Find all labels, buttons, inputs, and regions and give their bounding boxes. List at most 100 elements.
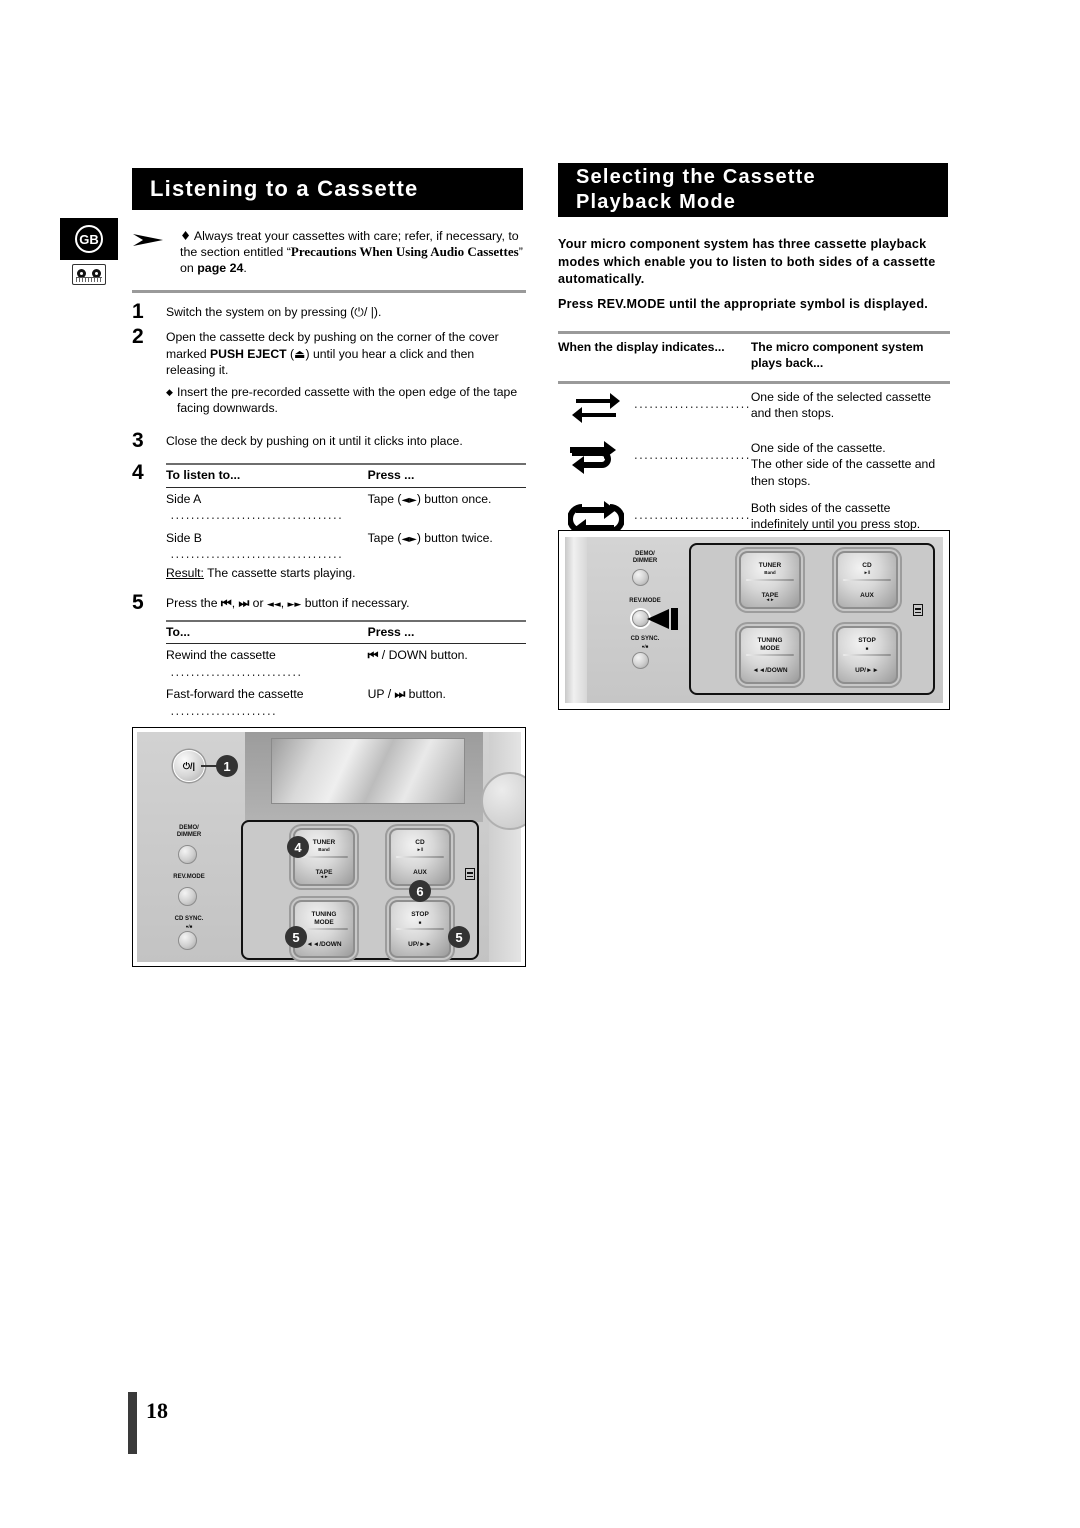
- leader-dots: ․․․․․․․․․․․․․․․․․․․․․․․․․․: [166, 666, 303, 679]
- table-header-row: To listen to... Press ...: [166, 463, 526, 488]
- callout-5-left: 5: [285, 926, 307, 948]
- care-note-bullet: ♦: [180, 228, 192, 243]
- step-4: 4 To listen to... Press ... Side A ․․․․․…: [132, 461, 526, 582]
- playback-modes-table: When the display indicates... The micro …: [558, 331, 950, 558]
- front-panel-playback-diagram: ⏻/| 1 DEMO/ DIMMER REV.MODE CD SYNC. ●/■…: [132, 727, 526, 967]
- page-number: 18: [146, 1398, 168, 1423]
- rewind-glyph-icon: ⏮: [367, 648, 379, 663]
- step-5-table: To... Press ... Rewind the cassette ․․․․…: [166, 619, 526, 723]
- demo-dimmer-button[interactable]: [178, 845, 197, 864]
- cassette-band: [76, 277, 102, 282]
- step-5-col-2-header: Press ...: [367, 619, 526, 645]
- side-a-label: Side A: [166, 491, 201, 506]
- step-4-col-2-header: Press ...: [367, 463, 526, 488]
- table-row: Side A ․․․․․․․․․․․․․․․․․․․․․․․․․․․․․․․․․…: [166, 487, 526, 527]
- table-row: ․․․․․․․․․․․․․․․․․․․․․․․ One side of the …: [558, 383, 950, 436]
- step-4-result: Result: The cassette starts playing.: [166, 565, 526, 582]
- step-5-text-or: or: [249, 596, 267, 611]
- ff-value-post: button.: [405, 687, 446, 702]
- tuning-mode-down-knob[interactable]: TUNING MODE ◄◄/DOWN: [739, 626, 801, 684]
- rev-mode-button[interactable]: [178, 887, 197, 906]
- right-column: Your micro component system has three ca…: [558, 236, 950, 558]
- step-5-number: 5: [132, 591, 144, 615]
- panel-bezel: [689, 543, 935, 695]
- step-1: 1 Switch the system on by pressing (⏻/ |…: [132, 300, 526, 323]
- table-row: Fast-forward the cassette ․․․․․․․․․․․․․․…: [166, 683, 526, 722]
- side-a-value-pre: Tape (: [367, 491, 402, 506]
- section-title-left-text: Listening to a Cassette: [150, 176, 419, 201]
- cd-sync-button[interactable]: [178, 931, 197, 950]
- mode-symbol-one-side: [558, 383, 634, 436]
- demo-dimmer-label: DEMO/ DIMMER: [632, 551, 658, 564]
- rew-arrows-glyph-icon: ◄◄: [266, 600, 281, 611]
- mode-description-both-once: One side of the cassette. The other side…: [751, 435, 950, 495]
- language-badge-label: GB: [75, 225, 103, 253]
- care-note-page-ref: page 24: [197, 261, 244, 276]
- demo-dimmer-button[interactable]: [632, 569, 649, 586]
- care-note: ♦ Always treat your cassettes with care;…: [132, 228, 526, 277]
- step-2-text: Open the cassette deck by pushing on the…: [166, 329, 526, 417]
- callout-1: 1: [216, 755, 238, 777]
- step-4-row-2-value: Tape (◄►) button twice.: [368, 527, 526, 566]
- leader-dots: ․․․․․․․․․․․․․․․․․․․․․․․․․․․․․․․․․․: [166, 549, 344, 562]
- cabinet-side-strip: [565, 537, 587, 703]
- leader-dots: ․․․․․․․․․․․․․․․․․․․․․․․․․․․․․․․․․․: [166, 510, 344, 523]
- step-5-row-2-label: Fast-forward the cassette ․․․․․․․․․․․․․․…: [166, 683, 368, 722]
- rewind-value-post: / DOWN button.: [378, 648, 468, 663]
- cd-sync-label: CD SYNC. ●/■: [630, 636, 660, 649]
- section-title-right-line2: Playback Mode: [576, 191, 737, 213]
- step-4-row-1-label: Side A ․․․․․․․․․․․․․․․․․․․․․․․․․․․․․․․․․…: [166, 487, 368, 527]
- step-4-row-2-label: Side B ․․․․․․․․․․․․․․․․․․․․․․․․․․․․․․․․․…: [166, 527, 368, 566]
- ff-value-pre: UP /: [367, 687, 395, 702]
- callout-6: 6: [409, 880, 431, 902]
- step-5: 5 Press the ⏮, ⏭ or ◄◄, ►► button if nec…: [132, 591, 526, 723]
- side-b-label: Side B: [166, 530, 202, 545]
- step-1-number: 1: [132, 299, 144, 323]
- step-4-result-label: Result:: [166, 565, 204, 580]
- step-4-result-text: The cassette starts playing.: [203, 565, 356, 580]
- step-5-row-1-value: ⏮ / DOWN button.: [368, 644, 526, 684]
- left-column: ♦ Always treat your cassettes with care;…: [132, 228, 526, 783]
- tape-button-glyph-icon: ◄►: [401, 533, 417, 545]
- section-title-right-line1: Selecting the Cassette: [576, 166, 816, 188]
- front-panel-revmode-diagram: DEMO/ DIMMER REV.MODE CD SYNC. ●/■ TUNER…: [558, 530, 950, 710]
- headphone-jack-icon: [913, 604, 923, 616]
- step-5-row-1-label: Rewind the cassette ․․․․․․․․․․․․․․․․․․․․…: [166, 644, 368, 684]
- care-note-text-bold: Precautions When Using Audio Cassettes: [290, 244, 519, 260]
- page-footer-rule: [128, 1392, 137, 1454]
- step-4-row-1-value: Tape (◄►) button once.: [368, 487, 526, 527]
- cabinet-right-edge: [489, 732, 521, 962]
- table-row: ․․․․․․․․․․․․․․․․․․․․․․․ One side of the …: [558, 435, 950, 495]
- side-b-value-post: ) button twice.: [416, 530, 493, 545]
- fast-forward-label: Fast-forward the cassette: [166, 687, 304, 702]
- table-row: Rewind the cassette ․․․․․․․․․․․․․․․․․․․․…: [166, 644, 526, 684]
- rev-mode-pointer-icon: [647, 608, 678, 630]
- sub-bullet-diamond-icon: ◆: [166, 387, 173, 398]
- step-2: 2 Open the cassette deck by pushing on t…: [132, 325, 526, 417]
- leader-dots: ․․․․․․․․․․․․․․․․․․․․․․․: [634, 450, 751, 463]
- table-header-row: When the display indicates... The micro …: [558, 331, 950, 384]
- step-5-col-1-header: To...: [166, 619, 368, 645]
- fast-forward-glyph-icon: ⏭: [394, 687, 406, 702]
- step-4-table: To listen to... Press ... Side A ․․․․․․․…: [166, 463, 526, 566]
- section-title-right: Selecting the Cassette Playback Mode: [558, 163, 948, 217]
- language-badge: GB: [60, 218, 118, 260]
- stop-up-knob[interactable]: STOP ■ UP/►►: [836, 626, 898, 684]
- tuner-tape-knob[interactable]: TUNER Band TAPE ◄►: [739, 551, 801, 609]
- two-parallel-arrows-icon: [572, 393, 620, 423]
- ff-arrows-glyph-icon: ►►: [287, 600, 302, 611]
- headphone-jack-icon: [465, 868, 475, 880]
- intro-paragraph: Your micro component system has three ca…: [558, 236, 950, 313]
- cd-aux-knob[interactable]: CD ►‖ AUX: [836, 551, 898, 609]
- step-2-sub-bullet: ◆ Insert the pre-recorded cassette with …: [166, 384, 526, 417]
- side-a-value-post: ) button once.: [416, 491, 492, 506]
- step-4-number: 4: [132, 461, 144, 485]
- stop-up-knob[interactable]: STOP ■ UP/►►: [389, 900, 451, 958]
- section-title-left: Listening to a Cassette: [132, 168, 523, 210]
- step-5-text-post: button if necessary.: [301, 596, 410, 611]
- rewind-glyph-icon: ⏮: [220, 596, 232, 611]
- step-3: 3 Close the deck by pushing on it until …: [132, 429, 526, 452]
- cd-aux-knob[interactable]: CD ►‖ AUX: [389, 828, 451, 886]
- cd-sync-button[interactable]: [632, 652, 649, 669]
- rev-mode-label: REV.MODE: [173, 874, 205, 880]
